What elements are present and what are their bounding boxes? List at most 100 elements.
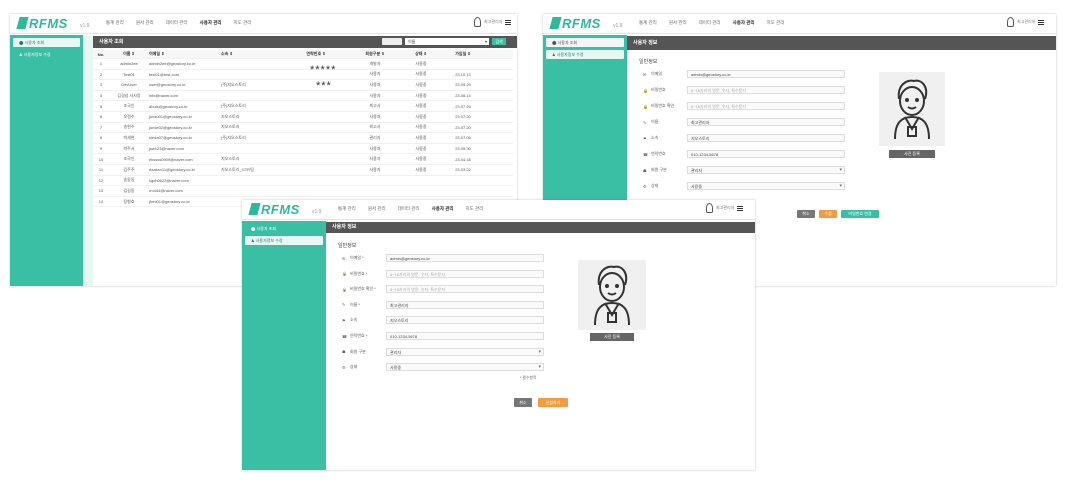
menu-application[interactable]: 원서 관리 [368, 206, 386, 212]
field-input[interactable]: 8~16자리의 영문, 숫자, 특수문자 [386, 269, 544, 278]
upload-photo-button[interactable]: 사진 등록 [590, 333, 634, 341]
field-input[interactable]: 최고관리자 [687, 118, 845, 126]
table-row[interactable]: 9 박주서 jsw123@naver.com 사용자 사용중 23.05.30 [93, 144, 513, 155]
field-select[interactable]: 관리자 [687, 166, 845, 174]
field-input[interactable]: 010-1234-5678 [386, 332, 544, 340]
field-input[interactable]: admin@geostory.co.kr [687, 70, 845, 78]
hamburger-icon[interactable] [1038, 19, 1045, 25]
table-row[interactable]: 4 김경성 사사랑 info@naver.com 사용자 사용중 23.08.14 [93, 91, 513, 102]
cell-joined: 23.04.18 [455, 156, 471, 162]
field-input[interactable]: 8~16자리의 영문, 숫자, 특수문자 [386, 285, 544, 294]
table-row[interactable]: 5 조국인 dbuls@geostory.co.kr (주)지오스토리 최고사 사용중 23… [93, 101, 513, 112]
menu-stats[interactable]: 통계 관리 [338, 206, 356, 212]
field-label: 비밀번호 [651, 87, 666, 92]
sidebar-item-user-search[interactable]: ⬤ 사용자 조회 [13, 38, 80, 47]
sidebar-item-user-search[interactable]: ⬤ 사용자 조회 [546, 38, 624, 47]
filter-toggle[interactable] [382, 38, 402, 45]
search-button[interactable]: 검색 [492, 38, 506, 45]
menu-users[interactable]: 사용자 관리 [200, 20, 222, 26]
cell-email: ekssss0909@naver.com [149, 156, 193, 162]
cell-type: 사용자 [369, 81, 381, 87]
table-row[interactable]: 10 조국인 ekssss0909@naver.com 지오스토리 사용자 사용중 23.0… [93, 154, 513, 165]
table-row[interactable]: 11 김주주 rlaaksn11@geostory.co.kr 지오스토리_GTR팀 사… [93, 165, 513, 176]
field-select[interactable]: 사용중 [386, 363, 544, 372]
col-org[interactable]: 소속 ⇕ [221, 51, 281, 57]
col-no: No. [97, 51, 105, 57]
sidebar-label: 사용자 조회 [557, 40, 578, 45]
col-name[interactable]: 이름 ⇕ [109, 51, 149, 57]
field-input[interactable]: 8~16자리의 영문, 숫자, 특수문자 [687, 86, 845, 94]
table-row[interactable]: 2 Test01 test01@test.com 사용자 사용중 23.10.13 [93, 70, 513, 81]
table-row[interactable]: 13 김길동 rm444@naver.com [93, 186, 513, 197]
table-row[interactable]: 3 DevUser user@geostory.co.kr (주)지오스토리 사용자 사용… [93, 80, 513, 91]
cancel-button[interactable]: 취소 [797, 210, 815, 218]
edit-button[interactable]: 수정 [819, 210, 837, 218]
menu-application[interactable]: 원서 관리 [136, 20, 154, 26]
field-icon: ☎ [643, 151, 648, 157]
table-row[interactable]: 1 admin2ee admin2ee@geostory.co.kr 개발자 사용중 [93, 59, 513, 70]
app-logo[interactable]: RFMS [16, 16, 68, 31]
field-icon: ✎ [342, 302, 346, 308]
field-label: 소속 [651, 135, 659, 140]
cancel-button[interactable]: 취소 [514, 398, 532, 407]
user-avatar-icon [706, 203, 713, 213]
app-logo[interactable]: RFMS [248, 202, 300, 217]
menu-map[interactable]: 지도 관리 [466, 206, 484, 212]
search-filter-select[interactable]: 이름 ▾ [405, 38, 489, 45]
hamburger-icon[interactable] [737, 205, 744, 211]
user-menu[interactable]: 최고관리자 [1007, 17, 1045, 27]
field-input[interactable]: 지오스토리 [386, 316, 544, 325]
app-logo[interactable]: RFMS [549, 16, 601, 31]
form-row: 🔒 비밀번호 확인 * 8~16자리의 영문, 숫자, 특수문자 [342, 285, 544, 294]
sidebar-item-user-edit[interactable]: ♟ 사용자정보 수정 [245, 236, 323, 245]
upload-photo-button[interactable]: 사진 등록 [889, 150, 935, 158]
main-menu: 통계 관리 원서 관리 데이터 관리 사용자 관리 지도 관리 [639, 20, 784, 26]
menu-data[interactable]: 데이터 관리 [166, 20, 188, 26]
hamburger-icon[interactable] [505, 19, 512, 25]
change-password-button[interactable]: 비밀번호 변경 [841, 210, 879, 218]
field-label: 비밀번호 확인 * [350, 286, 376, 292]
field-select[interactable]: 관리자 [386, 347, 544, 356]
field-input[interactable]: 010-1234-5678 [687, 150, 845, 158]
menu-data[interactable]: 데이터 관리 [398, 206, 420, 212]
menu-users[interactable]: 사용자 관리 [733, 20, 755, 26]
logo-mark-icon [16, 17, 29, 29]
cell-joined: 23.07.20 [455, 114, 471, 120]
user-menu[interactable]: 최고관리자 [474, 17, 512, 27]
apply-button[interactable]: 신청하기 [538, 398, 568, 407]
field-label: 이름 * [350, 301, 361, 307]
sidebar: ⬤ 사용자 조회 ♟ 사용자정보 수정 [10, 35, 83, 286]
table-row[interactable]: 6 오정수 junsu01@geostory.co.kr 지오스토리 사용자 사용중 23.… [93, 112, 513, 123]
menu-data[interactable]: 데이터 관리 [699, 20, 721, 26]
menu-stats[interactable]: 통계 관리 [106, 20, 124, 26]
table-row[interactable]: 12 송동동 kgch0622@naver.com [93, 176, 513, 187]
table-row[interactable]: 7 송현수 junse02@geostory.co.kr 지오스토리 최고사 사용중 23.… [93, 123, 513, 134]
cell-joined: 23.05.30 [455, 146, 471, 152]
user-menu[interactable]: 최고관리자 [706, 203, 744, 213]
col-phone[interactable]: 연락번호 ⇕ [281, 51, 351, 57]
cell-name: DevUser [121, 82, 137, 88]
table-row[interactable]: 8 박세현 sieda07@geostory.co.kr (주)지오스토리 관리자 사용중… [93, 133, 513, 144]
sidebar-item-user-search[interactable]: ⬤ 사용자 조회 [245, 224, 323, 233]
col-joined[interactable]: 가입일 ⇕ [443, 51, 483, 57]
field-input[interactable]: admin@geostory.co.kr [386, 254, 544, 262]
field-input[interactable]: 지오스토리 [687, 134, 845, 142]
menu-map[interactable]: 지도 관리 [234, 20, 252, 26]
form-row: ⚑ 소속 지오스토리 [342, 316, 544, 325]
col-email[interactable]: 이메일 ⇕ [149, 51, 221, 57]
cell-status: 사용중 [415, 92, 427, 98]
menu-application[interactable]: 원서 관리 [669, 20, 687, 26]
field-input[interactable]: 최고관리자 [386, 300, 544, 309]
col-type[interactable]: 회원구분 ⇕ [351, 51, 399, 57]
menu-stats[interactable]: 통계 관리 [639, 20, 657, 26]
cell-name: 김길동 [123, 187, 135, 193]
field-input[interactable]: 8~16자리의 영문, 숫자, 특수문자 [687, 102, 845, 110]
field-label: 연락번호 * [350, 333, 368, 338]
cell-name: 김경성 사사랑 [117, 92, 141, 98]
col-status[interactable]: 상태 ⇕ [399, 51, 443, 57]
menu-users[interactable]: 사용자 관리 [432, 206, 454, 212]
field-select[interactable]: 사용중 [687, 182, 845, 190]
sidebar-item-user-edit[interactable]: ♟ 사용자정보 수정 [13, 50, 80, 59]
sidebar-item-user-edit[interactable]: ♟ 사용자정보 수정 [546, 50, 624, 59]
menu-map[interactable]: 지도 관리 [767, 20, 785, 26]
